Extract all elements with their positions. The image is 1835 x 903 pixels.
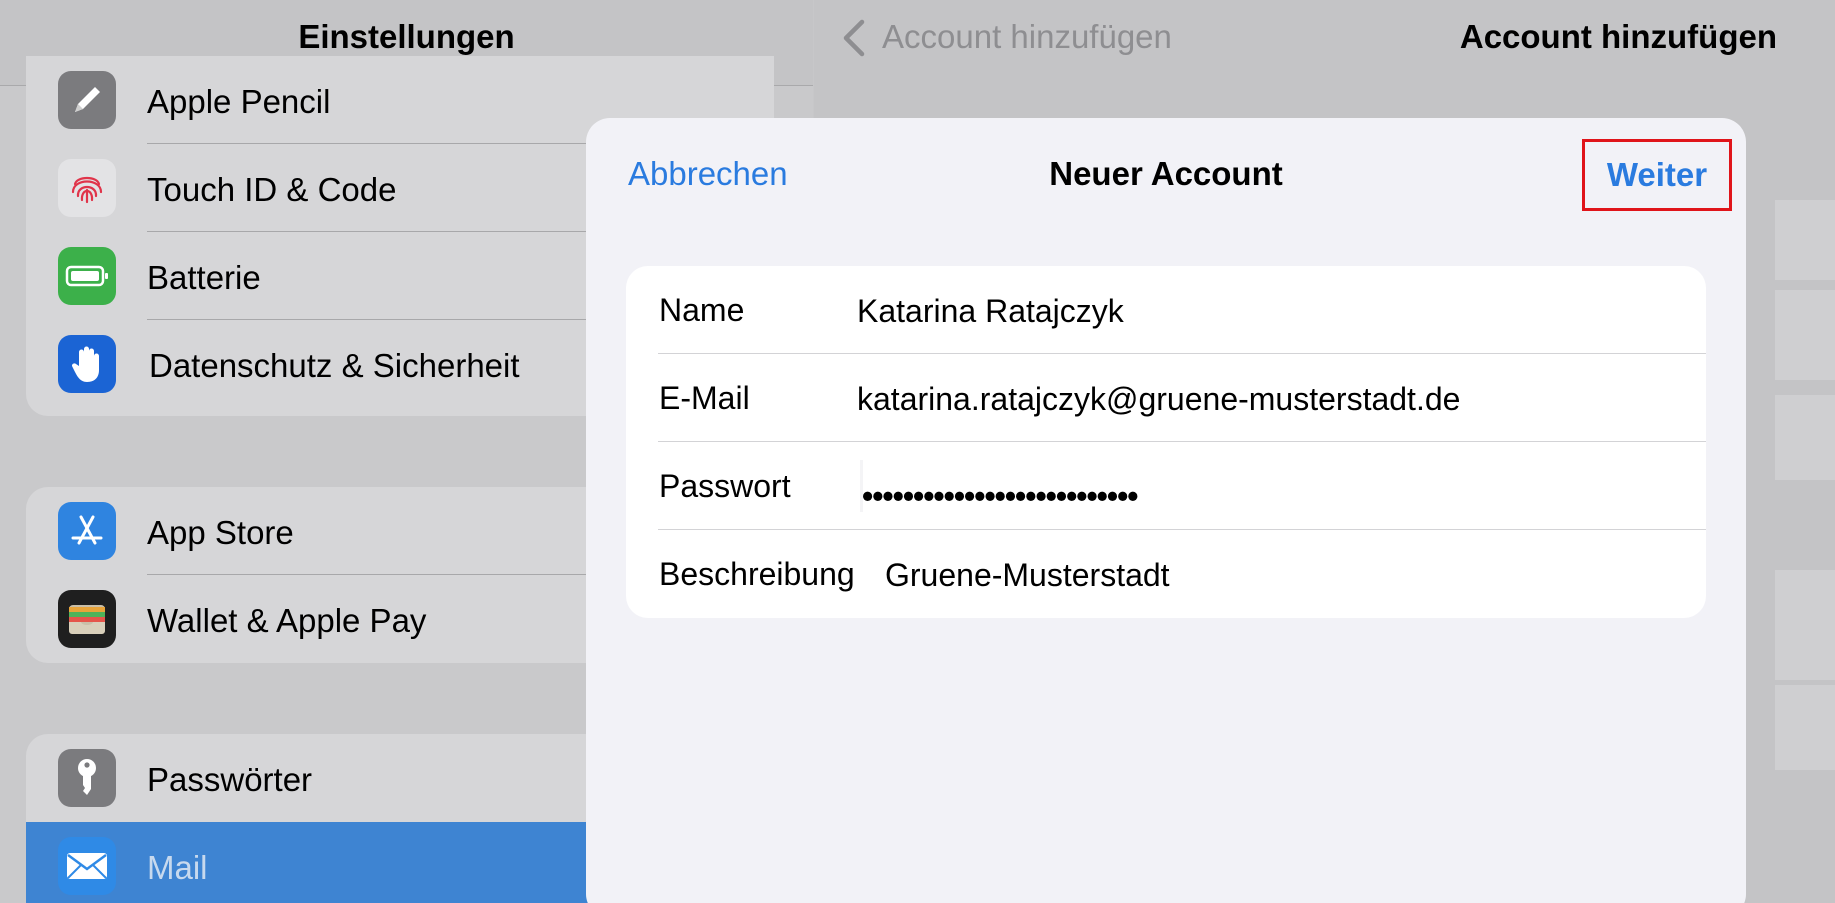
description-label: Beschreibung [659,556,855,592]
background-row [1775,685,1835,770]
pencil-icon [58,71,116,129]
email-field[interactable]: katarina.ratajczyk@gruene-musterstadt.de [857,381,1460,418]
sidebar-item-label: Batterie [147,259,261,296]
sidebar-item-label: Apple Pencil [147,83,331,120]
sidebar-item-label: Touch ID & Code [147,171,397,208]
mail-icon [58,837,116,895]
sidebar-item-label: Mail [147,849,208,886]
background-row [1775,200,1835,280]
back-button[interactable]: Account hinzufügen [882,18,1172,56]
background-row [1775,395,1835,480]
description-row: Beschreibung Gruene-Musterstadt [626,530,1706,618]
detail-title: Account hinzufügen [1459,18,1777,55]
password-field[interactable]: ••••••••••••••••••••••••••• [862,478,1138,515]
name-label: Name [659,292,745,328]
app-store-icon [58,502,116,560]
sidebar-item-label: Datenschutz & Sicherheit [149,347,520,384]
name-row: Name Katarina Ratajczyk [626,266,1706,354]
password-row: Passwort ••••••••••••••••••••••••••• [626,442,1706,530]
sidebar-item-label: Wallet & Apple Pay [147,602,427,639]
battery-icon [58,247,116,305]
account-form: Name Katarina Ratajczyk E-Mail katarina.… [626,266,1706,618]
email-row: E-Mail katarina.ratajczyk@gruene-musters… [626,354,1706,442]
password-label: Passwort [659,468,791,504]
detail-header: Account hinzufügen Account hinzufügen [814,0,1835,86]
next-button[interactable]: Weiter [1582,139,1732,211]
key-icon [58,749,116,807]
sidebar-item-label: App Store [147,514,294,551]
background-row [1775,290,1835,380]
background-row [1775,570,1835,680]
hand-icon [58,335,116,393]
email-label: E-Mail [659,380,750,416]
new-account-sheet: Abbrechen Neuer Account Weiter Name Kata… [586,118,1746,903]
sidebar-title: Einstellungen [298,18,515,55]
wallet-icon [58,590,116,648]
cancel-button[interactable]: Abbrechen [628,155,788,193]
chevron-left-icon[interactable] [840,18,868,58]
fingerprint-icon [58,159,116,217]
description-field[interactable]: Gruene-Musterstadt [885,557,1170,594]
name-field[interactable]: Katarina Ratajczyk [857,293,1124,330]
sidebar-item-label: Passwörter [147,761,313,798]
